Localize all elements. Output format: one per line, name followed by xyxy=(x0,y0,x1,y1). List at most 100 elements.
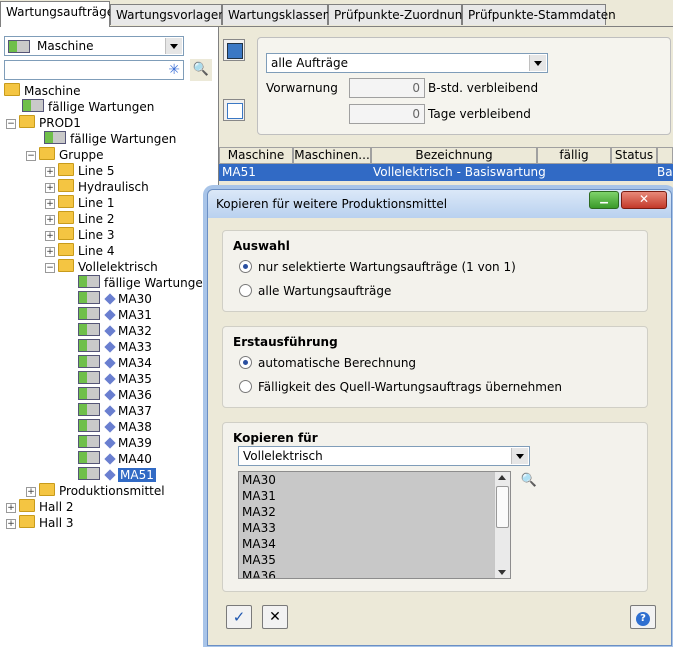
list-scrollbar[interactable] xyxy=(494,472,510,578)
tage-input[interactable]: 0 xyxy=(349,104,425,124)
tree-label: Hall 3 xyxy=(39,516,74,530)
tab-wartungsvorlagen[interactable]: Wartungsvorlagen xyxy=(110,4,226,25)
help-button[interactable]: ? xyxy=(630,605,656,629)
checkmark-icon: ✓ xyxy=(232,608,246,626)
chevron-down-icon[interactable] xyxy=(511,448,528,464)
filter-settings-button[interactable] xyxy=(223,99,245,121)
ok-button[interactable]: ✓ xyxy=(226,605,252,629)
expand-icon[interactable]: + xyxy=(45,215,55,225)
close-icon[interactable]: ✕ xyxy=(621,191,667,209)
expand-icon[interactable]: + xyxy=(26,487,36,497)
bstd-input[interactable]: 0 xyxy=(349,78,425,98)
tree-node-gruppe[interactable]: − Gruppe xyxy=(26,147,103,163)
table-row[interactable]: MA51 Vollelektrisch - Basiswartung Ba xyxy=(219,164,673,181)
binoculars-icon[interactable]: 🔍 xyxy=(519,471,539,491)
tree-node-line1[interactable]: + Line 1 xyxy=(45,195,114,211)
auswahl-selected-radio[interactable]: nur selektierte Wartungsaufträge (1 von … xyxy=(239,259,516,275)
kopieren-select[interactable]: Vollelektrisch xyxy=(238,446,530,466)
tree-node-machine-selected[interactable]: MA51 xyxy=(78,467,156,483)
tree-node-machine[interactable]: MA32 xyxy=(78,323,152,339)
erst-source-radio[interactable]: Fälligkeit des Quell-Wartungsauftrags üb… xyxy=(239,379,562,395)
column-header-maschine[interactable]: Maschine xyxy=(219,147,293,164)
column-header-maschinenname[interactable]: Maschinen... xyxy=(293,147,371,164)
expand-icon[interactable]: + xyxy=(6,519,16,529)
tree-node-machine[interactable]: MA36 xyxy=(78,387,152,403)
tree-node-root[interactable]: Maschine xyxy=(4,83,80,99)
chevron-down-icon[interactable] xyxy=(165,38,182,54)
tree-node-machine[interactable]: MA39 xyxy=(78,435,152,451)
expand-icon[interactable]: + xyxy=(45,247,55,257)
tree-node-prod1[interactable]: − PROD1 xyxy=(6,115,81,131)
list-item[interactable]: MA31 xyxy=(239,488,510,504)
scroll-down-icon[interactable] xyxy=(498,570,506,575)
tree-node-machine[interactable]: MA40 xyxy=(78,451,152,467)
tree-node-machine[interactable]: MA37 xyxy=(78,403,152,419)
list-item[interactable]: MA34 xyxy=(239,536,510,552)
column-header-extra[interactable] xyxy=(657,147,673,164)
tab-wartungsklassen[interactable]: Wartungsklassen xyxy=(222,4,330,25)
tree-node-vollelektrisch[interactable]: − Vollelektrisch xyxy=(45,259,158,275)
tab-pruefpunkte-stammdaten[interactable]: Prüfpunkte-Stammdaten xyxy=(462,4,616,25)
auswahl-all-radio[interactable]: alle Wartungsaufträge xyxy=(239,283,391,299)
list-item[interactable]: MA33 xyxy=(239,520,510,536)
collapse-icon[interactable]: − xyxy=(45,263,55,273)
tree-node-root-due[interactable]: fällige Wartungen xyxy=(22,99,154,115)
tree-node-prod1-due[interactable]: fällige Wartungen xyxy=(44,131,176,147)
tab-pruefpunkte-zuordnung[interactable]: Prüfpunkte-Zuordnung xyxy=(328,4,470,25)
list-item[interactable]: MA36 xyxy=(239,568,510,578)
expand-icon[interactable]: + xyxy=(45,199,55,209)
type-select[interactable]: Maschine xyxy=(4,36,184,56)
list-item[interactable]: MA30 xyxy=(239,472,510,488)
tree-node-machine[interactable]: MA33 xyxy=(78,339,152,355)
erst-auto-radio[interactable]: automatische Berechnung xyxy=(239,355,416,371)
clear-icon[interactable]: ✳ xyxy=(168,61,180,79)
tree-node-machine[interactable]: MA38 xyxy=(78,419,152,435)
chevron-down-icon[interactable] xyxy=(529,55,546,71)
column-header-faellig[interactable]: fällig xyxy=(537,147,611,164)
filter-select[interactable]: alle Aufträge xyxy=(266,53,548,73)
cancel-button[interactable]: ✕ xyxy=(262,605,288,629)
expand-icon[interactable]: + xyxy=(45,231,55,241)
scroll-thumb[interactable] xyxy=(496,486,509,528)
search-input[interactable]: ✳ xyxy=(4,60,184,80)
minimize-icon[interactable]: ▁ xyxy=(589,191,619,209)
tree-node-vollelektrisch-due[interactable]: fällige Wartungen xyxy=(78,275,210,291)
tree-label: fällige Wartungen xyxy=(104,276,211,290)
list-item[interactable]: MA32 xyxy=(239,504,510,520)
tree-node-line2[interactable]: + Line 2 xyxy=(45,211,114,227)
tree-label: fällige Wartungen xyxy=(70,132,177,146)
column-header-status[interactable]: Status xyxy=(611,147,657,164)
tree-node-hydraulisch[interactable]: + Hydraulisch xyxy=(45,179,149,195)
column-header-bezeichnung[interactable]: Bezeichnung xyxy=(371,147,537,164)
tree-node-machine[interactable]: MA31 xyxy=(78,307,152,323)
machine-list[interactable]: MA30 MA31 MA32 MA33 MA34 MA35 MA36 xyxy=(238,471,511,579)
tree-node-line4[interactable]: + Line 4 xyxy=(45,243,114,259)
auswahl-title: Auswahl xyxy=(233,239,290,253)
tree-node-machine[interactable]: MA30 xyxy=(78,291,152,307)
expand-icon[interactable]: + xyxy=(45,183,55,193)
tree-node-machine[interactable]: MA35 xyxy=(78,371,152,387)
tree-node-line3[interactable]: + Line 3 xyxy=(45,227,114,243)
tree-node-line5[interactable]: + Line 5 xyxy=(45,163,114,179)
expand-icon[interactable]: + xyxy=(45,167,55,177)
tree-node-hall3[interactable]: + Hall 3 xyxy=(6,515,74,531)
cell-maschine: MA51 xyxy=(222,165,256,179)
collapse-icon[interactable]: − xyxy=(6,119,16,129)
folder-icon xyxy=(39,147,55,160)
folder-icon xyxy=(19,499,35,512)
binoculars-icon[interactable]: 🔍 xyxy=(190,59,212,81)
tree-node-produktionsmittel[interactable]: + Produktionsmittel xyxy=(26,483,165,499)
tab-wartungsauftraege[interactable]: Wartungsaufträge xyxy=(0,1,114,27)
tree-node-hall2[interactable]: + Hall 2 xyxy=(6,499,74,515)
collapse-icon[interactable]: − xyxy=(26,151,36,161)
erst-title: Erstausführung xyxy=(233,335,338,349)
folder-icon xyxy=(58,227,74,240)
tree-node-machine[interactable]: MA34 xyxy=(78,355,152,371)
copy-up-button[interactable] xyxy=(223,39,245,61)
expand-icon[interactable]: + xyxy=(6,503,16,513)
wrench-icon xyxy=(104,437,116,449)
list-item[interactable]: MA35 xyxy=(239,552,510,568)
tree-label: MA37 xyxy=(118,404,152,418)
cell-bezeichnung: Vollelektrisch - Basiswartung xyxy=(373,165,546,179)
scroll-up-icon[interactable] xyxy=(498,475,506,480)
